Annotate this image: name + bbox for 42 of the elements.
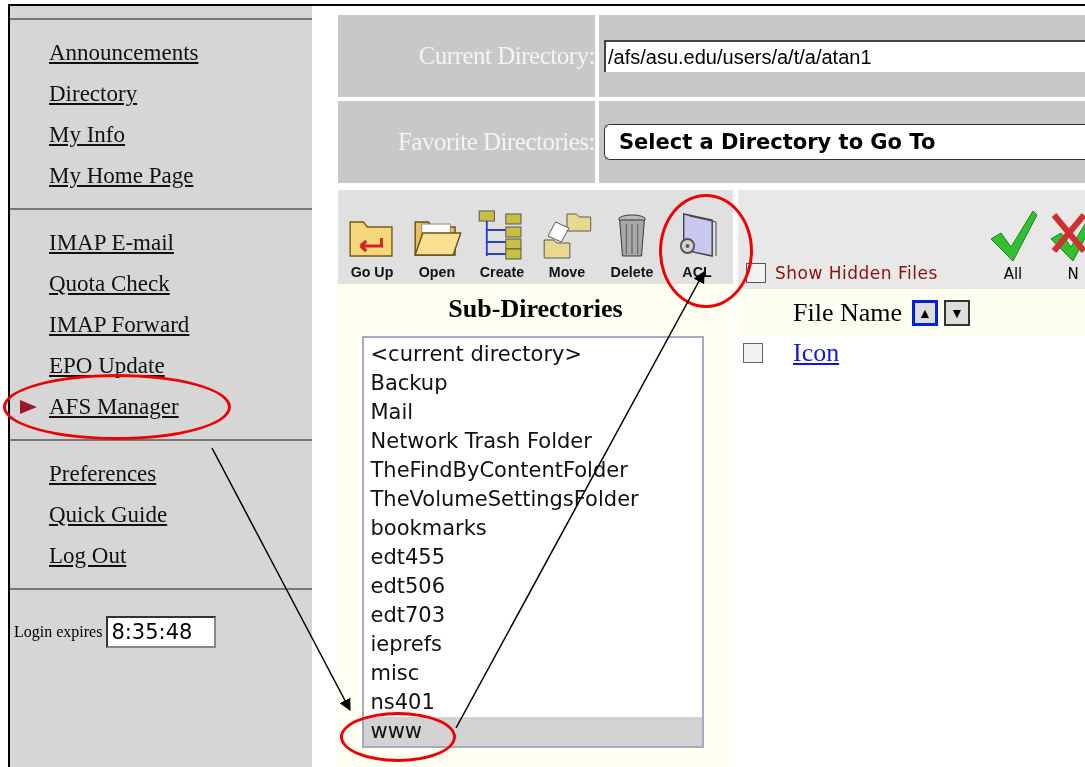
sidebar-link[interactable]: Directory bbox=[49, 81, 138, 107]
directory-list-item[interactable]: ieprefs bbox=[363, 630, 702, 659]
sidebar-link[interactable]: Quick Guide bbox=[49, 502, 168, 528]
sort-button[interactable]: ▼ bbox=[944, 299, 971, 326]
directory-list-item[interactable]: edt703 bbox=[363, 601, 702, 630]
sidebar-link[interactable]: Preferences bbox=[49, 461, 157, 487]
sidebar-link[interactable]: Log Out bbox=[49, 543, 127, 569]
current-directory-field[interactable]: /afs/asu.edu/users/a/t/a/atan1 bbox=[604, 40, 1085, 72]
sidebar-link[interactable]: My Home Page bbox=[49, 163, 194, 189]
directory-list-item[interactable]: bookmarks bbox=[363, 514, 702, 543]
checkbox[interactable] bbox=[746, 263, 766, 283]
login-expires-field[interactable]: 8:35:48 bbox=[106, 616, 217, 648]
sidebar-link[interactable]: IMAP Forward bbox=[49, 312, 190, 338]
sidebar-link[interactable]: Quota Check bbox=[49, 271, 170, 297]
directory-list-item[interactable]: Mail bbox=[363, 398, 702, 427]
sidebar-link[interactable]: AFS Manager bbox=[49, 394, 179, 420]
sidebar-link[interactable]: Announcements bbox=[49, 40, 199, 66]
directory-list-item[interactable]: www bbox=[363, 717, 702, 746]
directory-list-item[interactable]: ns401 bbox=[363, 688, 702, 717]
sort-button[interactable]: ▲ bbox=[912, 299, 939, 326]
login-expires-label: Login expires bbox=[14, 623, 103, 641]
sidebar-link[interactable]: My Info bbox=[49, 122, 126, 148]
show-hidden-files-label: Show Hidden Files bbox=[775, 263, 938, 283]
directory-list-item[interactable]: edt506 bbox=[363, 572, 702, 601]
checkbox[interactable] bbox=[743, 343, 763, 363]
sidebar-link[interactable]: IMAP E-mail bbox=[49, 230, 174, 256]
directory-dropdown[interactable]: Select a Directory to Go To bbox=[604, 124, 1085, 160]
toolbar-button[interactable]: Move bbox=[536, 210, 598, 280]
file-link[interactable]: Icon bbox=[793, 338, 840, 368]
directory-list-item[interactable]: edt455 bbox=[363, 543, 702, 572]
directory-list-item[interactable]: Backup bbox=[363, 369, 702, 398]
directory-list-item[interactable]: misc bbox=[363, 659, 702, 688]
toolbar-button[interactable]: Delete bbox=[601, 210, 663, 280]
directory-list-item[interactable]: Network Trash Folder bbox=[363, 427, 702, 456]
toolbar-button[interactable]: Go Up bbox=[341, 210, 403, 280]
toolbar-button[interactable]: Open bbox=[406, 210, 468, 280]
sidebar-link[interactable]: EPO Update bbox=[49, 353, 165, 379]
file-name-column-header: File Name bbox=[793, 297, 903, 328]
directory-list-item[interactable]: <current directory> bbox=[363, 340, 702, 369]
sub-directories-heading: Sub-Directories bbox=[448, 294, 623, 324]
toolbar-button[interactable]: Create bbox=[471, 210, 533, 280]
folder-move-icon bbox=[542, 210, 592, 260]
